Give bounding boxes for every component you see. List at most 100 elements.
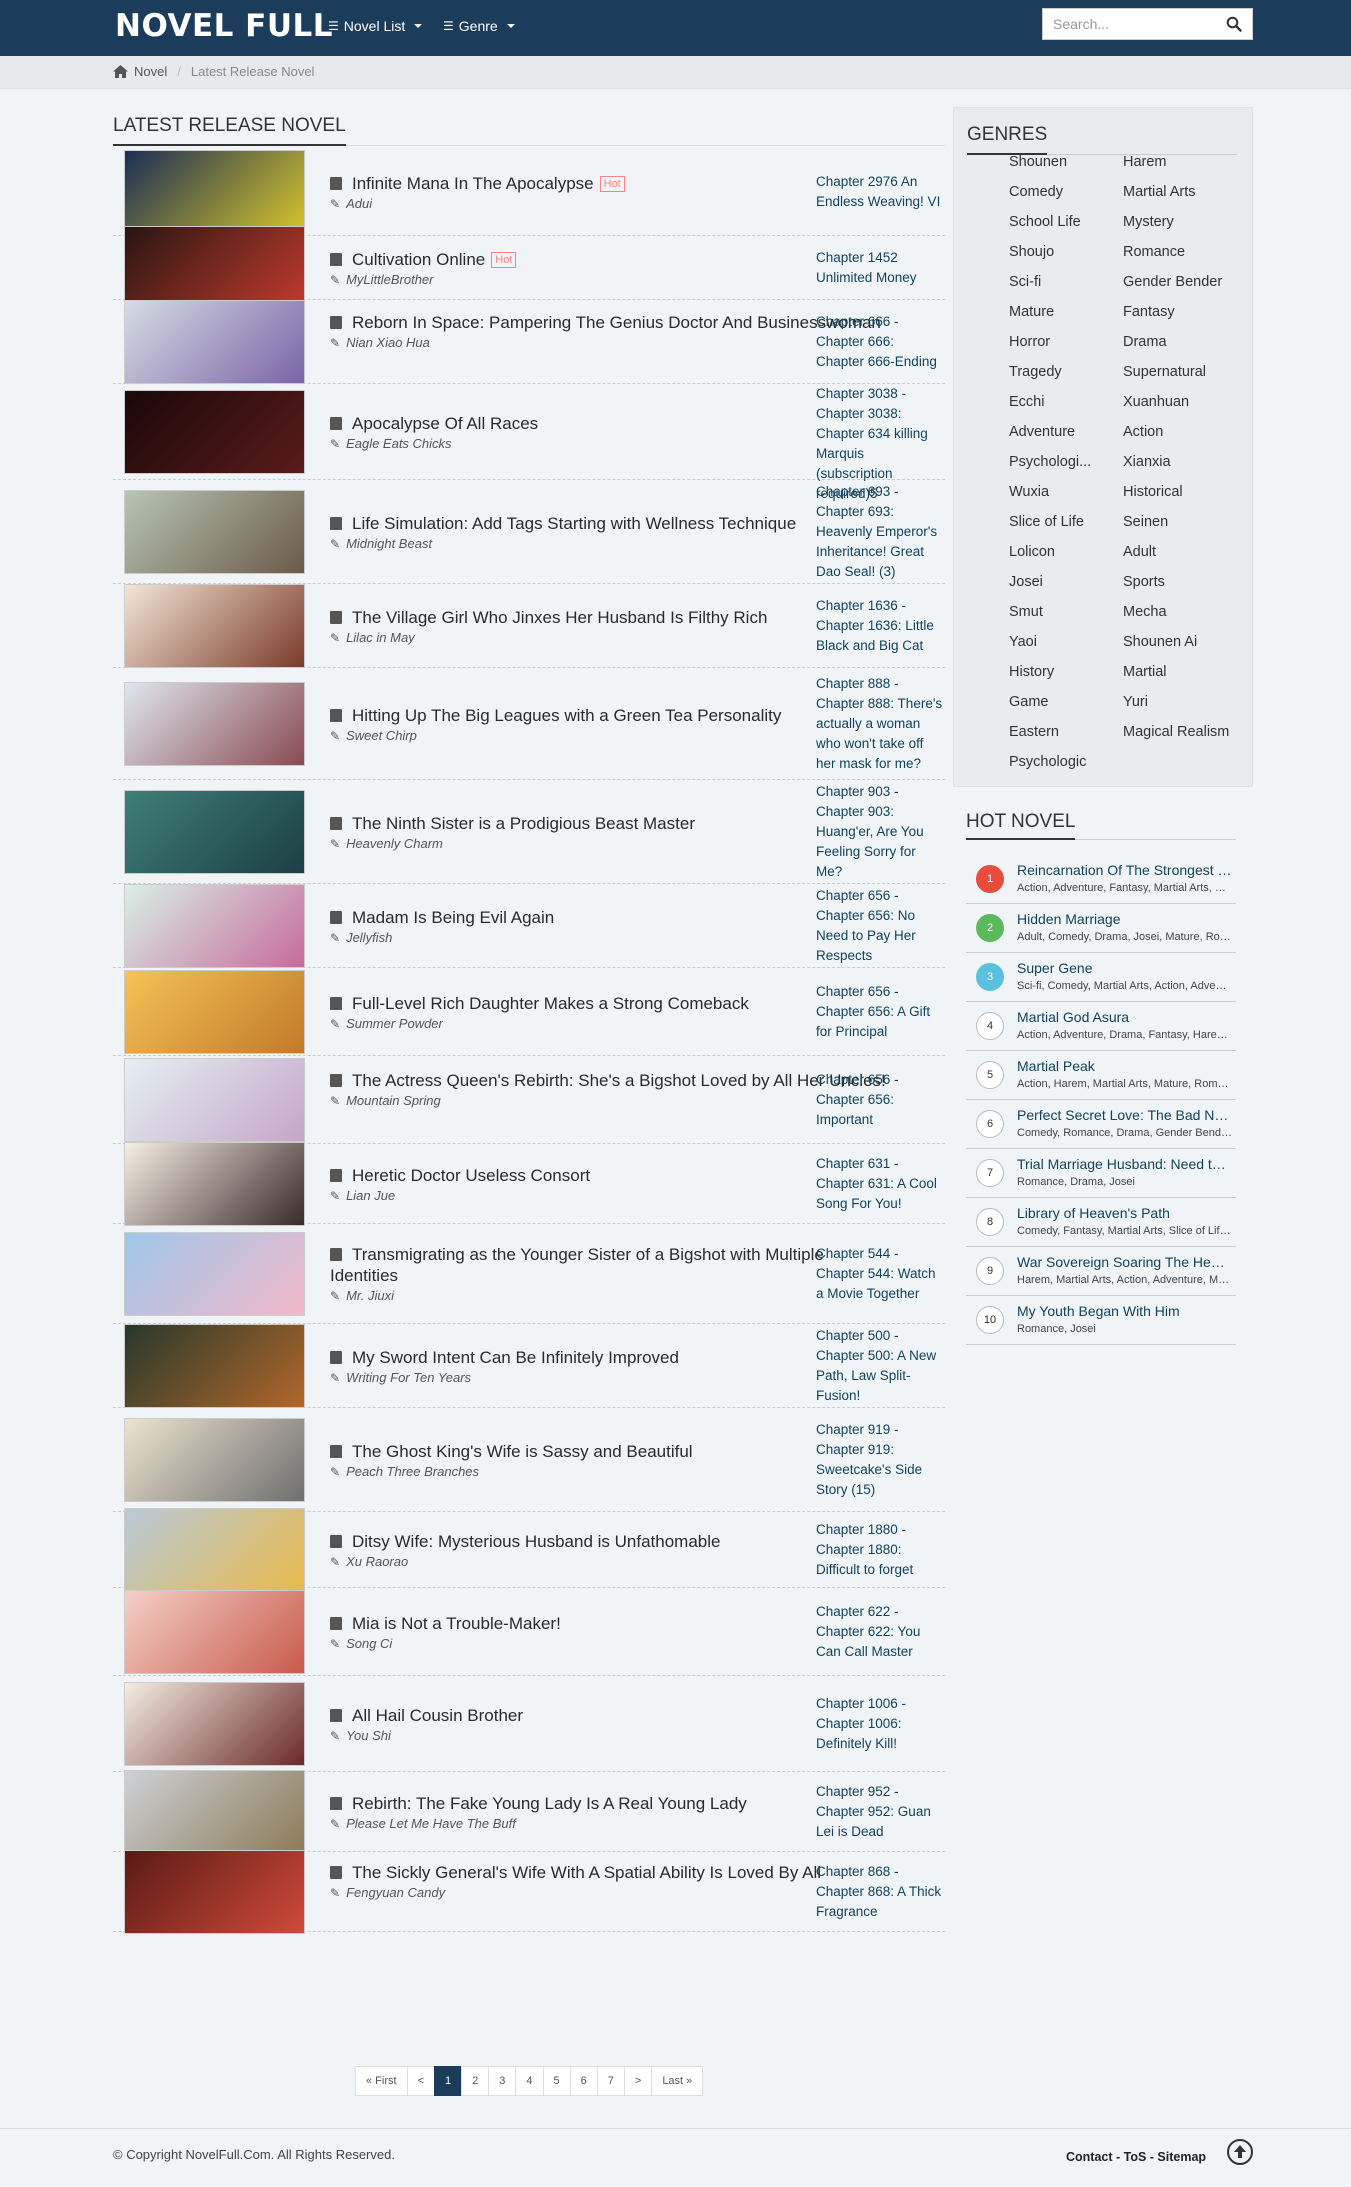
genre-link[interactable]: Shounen Ai	[1123, 634, 1197, 650]
latest-chapter-link[interactable]: Chapter 631 - Chapter 631: A Cool Song F…	[816, 1154, 944, 1214]
genre-link[interactable]: Mecha	[1123, 604, 1167, 620]
hot-novel-title[interactable]: Reincarnation Of The Strongest Sword God	[1017, 862, 1232, 878]
page-link[interactable]: 7	[596, 2066, 625, 2096]
novel-title[interactable]: The Ghost King's Wife is Sassy and Beaut…	[330, 1441, 890, 1462]
page-link[interactable]: 5	[542, 2066, 571, 2096]
novel-cover[interactable]	[124, 1508, 305, 1592]
novel-cover[interactable]	[124, 490, 305, 574]
novel-cover[interactable]	[124, 1682, 305, 1766]
nav-genre[interactable]: ☰ Genre	[443, 18, 515, 34]
novel-cover[interactable]	[124, 1590, 305, 1674]
genre-link[interactable]: Drama	[1123, 334, 1167, 350]
genre-link[interactable]: Comedy	[1009, 184, 1063, 200]
latest-chapter-link[interactable]: Chapter 903 - Chapter 903: Huang'er, Are…	[816, 782, 944, 882]
genre-link[interactable]: Mature	[1009, 304, 1054, 320]
genre-link[interactable]: Sports	[1123, 574, 1165, 590]
latest-chapter-link[interactable]: Chapter 1006 - Chapter 1006: Definitely …	[816, 1694, 944, 1754]
genre-link[interactable]: Horror	[1009, 334, 1050, 350]
hot-novel-title[interactable]: War Sovereign Soaring The Heavens	[1017, 1254, 1232, 1270]
novel-cover[interactable]	[124, 884, 305, 968]
novel-title[interactable]: Life Simulation: Add Tags Starting with …	[330, 513, 890, 534]
novel-title[interactable]: Reborn In Space: Pampering The Genius Do…	[330, 312, 890, 333]
hot-novel-title[interactable]: Super Gene	[1017, 960, 1232, 976]
hot-novel-title[interactable]: Martial Peak	[1017, 1058, 1232, 1074]
genre-link[interactable]: Adventure	[1009, 424, 1075, 440]
genre-link[interactable]: School Life	[1009, 214, 1081, 230]
genre-link[interactable]: Yaoi	[1009, 634, 1037, 650]
footer-links[interactable]: Contact - ToS - Sitemap	[1066, 2150, 1206, 2164]
genre-link[interactable]: Action	[1123, 424, 1163, 440]
novel-title[interactable]: Rebirth: The Fake Young Lady Is A Real Y…	[330, 1793, 890, 1814]
novel-title[interactable]: Ditsy Wife: Mysterious Husband is Unfath…	[330, 1531, 890, 1552]
novel-title[interactable]: Apocalypse Of All Races	[330, 413, 890, 434]
genre-link[interactable]: Tragedy	[1009, 364, 1062, 380]
novel-title[interactable]: Heretic Doctor Useless Consort	[330, 1165, 890, 1186]
site-logo[interactable]: NOVEL FULL	[115, 8, 333, 44]
search-icon[interactable]	[1226, 16, 1242, 32]
novel-cover[interactable]	[124, 1324, 305, 1408]
novel-title[interactable]: The Ninth Sister is a Prodigious Beast M…	[330, 813, 890, 834]
page-link[interactable]: 1	[434, 2066, 463, 2096]
latest-chapter-link[interactable]: Chapter 622 - Chapter 622: You Can Call …	[816, 1602, 944, 1662]
novel-cover[interactable]	[124, 1418, 305, 1502]
hot-novel-title[interactable]: Library of Heaven's Path	[1017, 1205, 1232, 1221]
latest-chapter-link[interactable]: Chapter 919 - Chapter 919: Sweetcake's S…	[816, 1420, 944, 1500]
novel-cover[interactable]	[124, 970, 305, 1054]
page-link[interactable]: <	[406, 2066, 435, 2096]
genre-link[interactable]: Slice of Life	[1009, 514, 1084, 530]
novel-title[interactable]: Mia is Not a Trouble-Maker!	[330, 1613, 890, 1634]
genre-link[interactable]: Adult	[1123, 544, 1156, 560]
genre-link[interactable]: Xuanhuan	[1123, 394, 1189, 410]
latest-chapter-link[interactable]: Chapter 888 - Chapter 888: There's actua…	[816, 674, 944, 774]
latest-chapter-link[interactable]: Chapter 656 - Chapter 656: A Gift for Pr…	[816, 982, 944, 1042]
page-link[interactable]: « First	[355, 2066, 408, 2096]
genre-link[interactable]: Mystery	[1123, 214, 1174, 230]
novel-title[interactable]: All Hail Cousin Brother	[330, 1705, 890, 1726]
novel-title[interactable]: The Village Girl Who Jinxes Her Husband …	[330, 607, 890, 628]
genre-link[interactable]: Yuri	[1123, 694, 1148, 710]
latest-chapter-link[interactable]: Chapter 693 - Chapter 693: Heavenly Empe…	[816, 482, 944, 582]
genre-link[interactable]: History	[1009, 664, 1054, 680]
page-link[interactable]: Last »	[651, 2066, 704, 2096]
genre-link[interactable]: Gender Bender	[1123, 274, 1222, 290]
genre-link[interactable]: Magical Realism	[1123, 724, 1229, 740]
latest-chapter-link[interactable]: Chapter 868 - Chapter 868: A Thick Fragr…	[816, 1862, 944, 1922]
genre-link[interactable]: Supernatural	[1123, 364, 1206, 380]
genre-link[interactable]: Martial	[1123, 664, 1167, 680]
novel-cover[interactable]	[124, 1850, 305, 1934]
breadcrumb-home[interactable]: Novel	[134, 64, 167, 79]
novel-title[interactable]: Infinite Mana In The Apocalypse Hot	[330, 173, 890, 194]
genre-link[interactable]: Sci-fi	[1009, 274, 1041, 290]
novel-title[interactable]: Madam Is Being Evil Again	[330, 907, 890, 928]
latest-chapter-link[interactable]: Chapter 666 - Chapter 666: Chapter 666-E…	[816, 312, 944, 372]
genre-link[interactable]: Martial Arts	[1123, 184, 1196, 200]
novel-cover[interactable]	[124, 790, 305, 874]
latest-chapter-link[interactable]: Chapter 1452 Unlimited Money	[816, 248, 944, 288]
genre-link[interactable]: Fantasy	[1123, 304, 1175, 320]
latest-chapter-link[interactable]: Chapter 544 - Chapter 544: Watch a Movie…	[816, 1244, 944, 1304]
page-link[interactable]: 4	[515, 2066, 544, 2096]
nav-novel-list[interactable]: ☰ Novel List	[328, 18, 423, 34]
novel-cover[interactable]	[124, 300, 305, 384]
genre-link[interactable]: Psychologi...	[1009, 454, 1091, 470]
novel-cover[interactable]	[124, 682, 305, 766]
genre-link[interactable]: Seinen	[1123, 514, 1168, 530]
novel-cover[interactable]	[124, 1232, 305, 1316]
genre-link[interactable]: Josei	[1009, 574, 1043, 590]
novel-title[interactable]: The Sickly General's Wife With A Spatial…	[330, 1862, 890, 1883]
page-link[interactable]: 3	[488, 2066, 517, 2096]
hot-novel-title[interactable]: Perfect Secret Love: The Bad New Wife is…	[1017, 1107, 1232, 1123]
genre-link[interactable]: Shoujo	[1009, 244, 1054, 260]
novel-title[interactable]: My Sword Intent Can Be Infinitely Improv…	[330, 1347, 890, 1368]
novel-title[interactable]: Full-Level Rich Daughter Makes a Strong …	[330, 993, 890, 1014]
page-link[interactable]: 2	[461, 2066, 490, 2096]
novel-cover[interactable]	[124, 1142, 305, 1226]
genre-link[interactable]: Eastern	[1009, 724, 1059, 740]
back-to-top-button[interactable]	[1227, 2139, 1253, 2165]
latest-chapter-link[interactable]: Chapter 656 - Chapter 656: No Need to Pa…	[816, 886, 944, 966]
hot-novel-title[interactable]: My Youth Began With Him	[1017, 1303, 1232, 1319]
genre-link[interactable]: Romance	[1123, 244, 1185, 260]
genre-link[interactable]: Smut	[1009, 604, 1043, 620]
genre-link[interactable]: Shounen	[1009, 154, 1067, 170]
page-link[interactable]: 6	[569, 2066, 598, 2096]
